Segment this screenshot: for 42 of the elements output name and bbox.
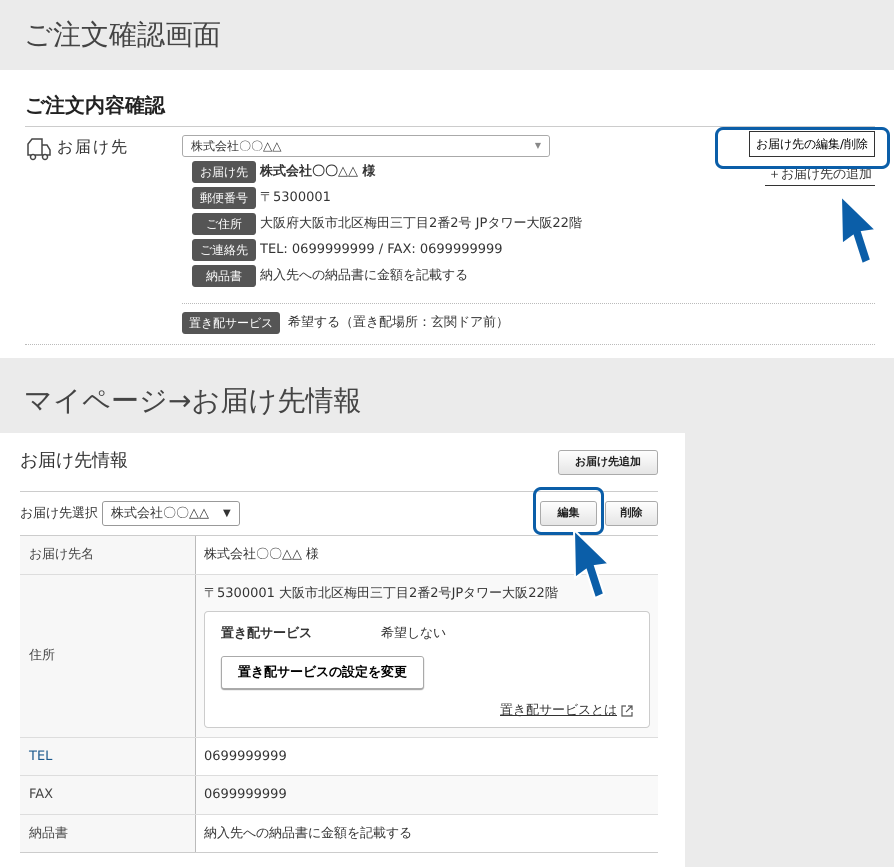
external-link-icon bbox=[621, 704, 633, 717]
okihai-label: 置き配サービス bbox=[221, 625, 313, 643]
info-tag: 納品書 bbox=[192, 265, 256, 287]
row-label: 住所 bbox=[29, 646, 55, 665]
page-heading: ご注文確認画面 bbox=[23, 17, 222, 53]
panel-title: お届け先情報 bbox=[20, 449, 128, 473]
row-value: 〒5300001 大阪市北区梅田三丁目2番2号JPタワー大阪22階 bbox=[204, 584, 559, 602]
page-heading: マイページ→お届け先情報 bbox=[23, 383, 362, 419]
row-value: 0699999999 bbox=[204, 748, 288, 766]
section-title: ご注文内容確認 bbox=[25, 90, 875, 127]
highlight-frame bbox=[533, 487, 604, 535]
info-value: 納入先への納品書に金額を記載する bbox=[260, 267, 468, 286]
select-label: お届け先選択 bbox=[20, 504, 98, 522]
okihai-status: 希望しない bbox=[381, 625, 446, 643]
address-select[interactable]: 株式会社〇〇△△ ▼ bbox=[102, 500, 240, 526]
info-tag: 郵便番号 bbox=[192, 187, 256, 209]
caret-icon: ▼ bbox=[534, 140, 541, 152]
delivery-label: お届け先 bbox=[57, 136, 129, 158]
address-select[interactable]: 株式会社〇〇△△ ▼ bbox=[182, 135, 550, 157]
info-value: 希望する（置き配場所：玄関ドア前） bbox=[288, 314, 509, 332]
info-value: 〒5300001 bbox=[260, 189, 331, 208]
row-label: 納品書 bbox=[29, 824, 68, 842]
info-value: TEL: 0699999999 / FAX: 0699999999 bbox=[260, 241, 503, 260]
edit-delete-button[interactable]: お届け先の編集/削除 bbox=[748, 131, 875, 157]
row-value: 株式会社〇〇△△ 様 bbox=[204, 546, 320, 564]
row-value: 0699999999 bbox=[204, 786, 288, 804]
add-address-button[interactable]: お届け先追加 bbox=[558, 450, 658, 474]
row-label: FAX bbox=[29, 786, 54, 804]
okihai-help-link[interactable]: 置き配サービスとは bbox=[500, 701, 617, 720]
info-tag: お届け先 bbox=[192, 161, 256, 183]
info-tag: ご連絡先 bbox=[192, 239, 256, 261]
okihai-settings-button[interactable]: 置き配サービスの設定を変更 bbox=[221, 656, 424, 689]
info-tag: 置き配サービス bbox=[182, 312, 280, 334]
info-tag: ご住所 bbox=[192, 213, 256, 235]
row-label: TEL bbox=[29, 748, 52, 766]
edit-button[interactable]: 編集 bbox=[540, 501, 597, 526]
row-value: 納入先への納品書に金額を記載する bbox=[204, 824, 413, 842]
delete-button[interactable]: 削除 bbox=[605, 501, 658, 526]
row-label: お届け先名 bbox=[29, 546, 94, 564]
caret-icon: ▼ bbox=[223, 506, 231, 521]
info-value: 大阪府大阪市北区梅田三丁目2番2号 JPタワー大阪22階 bbox=[260, 215, 582, 234]
info-value: 株式会社〇〇△△ 様 bbox=[260, 163, 376, 182]
